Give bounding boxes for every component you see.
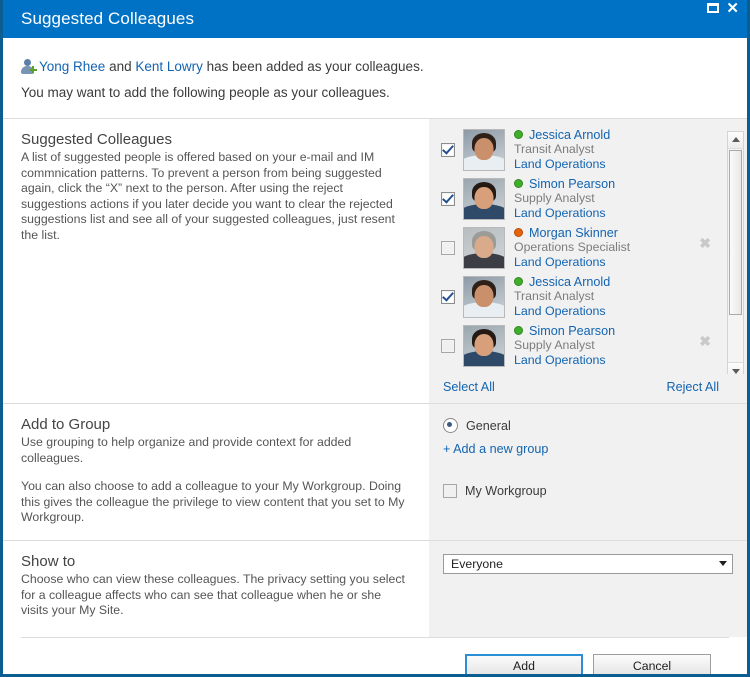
group-description-2: You can also choose to add a colleague t…: [21, 479, 405, 525]
colleague-link-kent-lowry[interactable]: Kent Lowry: [135, 59, 203, 74]
group-heading: Add to Group: [21, 416, 111, 433]
person-department-link[interactable]: Land Operations: [514, 255, 630, 270]
dialog-title: Suggested Colleagues: [21, 9, 195, 28]
person-department-link[interactable]: Land Operations: [514, 157, 610, 172]
person-details: Simon Pearson Supply Analyst Land Operatio…: [514, 177, 615, 221]
person-department-link[interactable]: Land Operations: [514, 206, 615, 221]
person-name[interactable]: Morgan Skinner: [514, 226, 630, 241]
presence-indicator-icon: [514, 228, 523, 238]
person-job-title: Operations Specialist: [514, 240, 631, 255]
person-checkbox[interactable]: [441, 289, 455, 304]
group-description-1: Use grouping to help organize and provid…: [21, 435, 352, 465]
suggestions-description: A list of suggested people is offered ba…: [21, 150, 395, 242]
scrollbar-thumb[interactable]: [729, 150, 742, 315]
privacy-select-value: Everyone: [451, 556, 503, 571]
add-new-group-link[interactable]: + Add a new group: [443, 442, 747, 456]
avatar: [463, 177, 505, 220]
group-info: Add to Group Use grouping to help organi…: [3, 404, 429, 540]
scroll-down-arrow-icon[interactable]: [728, 362, 743, 374]
window-controls: ✕: [707, 1, 739, 16]
my-workgroup-label: My Workgroup: [465, 484, 547, 498]
suggested-colleagues-dialog: Suggested Colleagues ✕ Yong Rhee and Ken…: [0, 0, 750, 677]
list-actions: Select All Reject All: [429, 374, 747, 403]
intro-conjunction: and: [105, 59, 136, 74]
privacy-select[interactable]: Everyone: [443, 553, 733, 574]
showto-heading: Show to: [21, 552, 76, 570]
intro-line-added: Yong Rhee and Kent Lowry has been added …: [21, 54, 729, 80]
person-checkbox[interactable]: [441, 142, 455, 157]
person-job-title: Transit Analyst: [514, 142, 595, 157]
presence-indicator-icon: [514, 179, 523, 189]
radio-button-icon[interactable]: [443, 418, 458, 433]
suggestions-scrollbar[interactable]: [727, 131, 744, 374]
avatar: [463, 275, 505, 318]
person-name[interactable]: Jessica Arnold: [514, 128, 610, 143]
person-details: Jessica Arnold Transit Analyst Land Operat…: [514, 128, 610, 172]
intro-tail-text: has been added as your colleagues.: [202, 59, 424, 74]
suggestions-heading: Suggested Colleagues: [21, 131, 172, 148]
reject-person-icon[interactable]: ✖: [699, 333, 711, 350]
avatar: [463, 226, 505, 269]
person-name-text: Morgan Skinner: [529, 225, 618, 240]
person-name[interactable]: Simon Pearson: [514, 177, 615, 192]
person-details: Morgan Skinner Operations Specialist Land …: [514, 226, 630, 270]
person-department-link[interactable]: Land Operations: [514, 353, 615, 368]
reject-all-link[interactable]: Reject All: [667, 380, 720, 394]
person-name-text: Jessica Arnold: [529, 274, 611, 289]
add-person-icon: [21, 58, 37, 74]
presence-indicator-icon: [514, 277, 523, 287]
add-button[interactable]: Add: [465, 654, 583, 674]
dialog-titlebar: Suggested Colleagues ✕: [3, 0, 747, 38]
showto-panel: Everyone: [429, 540, 747, 637]
person-details: Jessica Arnold Transit Analyst Land Operat…: [514, 275, 610, 319]
intro-line-prompt: You may want to add the following people…: [21, 85, 390, 100]
my-workgroup-checkbox-row[interactable]: My Workgroup: [443, 484, 747, 498]
person-name-text: Jessica Arnold: [529, 127, 611, 142]
suggested-person-row[interactable]: Jessica Arnold Transit Analyst Land Operat…: [429, 125, 721, 174]
person-job-title: Supply Analyst: [514, 191, 595, 206]
suggestions-list-viewport: Jessica Arnold Transit Analyst Land Operat…: [429, 125, 747, 374]
person-checkbox[interactable]: [441, 191, 455, 206]
section-add-to-group: Add to Group Use grouping to help organi…: [3, 403, 747, 540]
section-suggested-colleagues: Suggested Colleagues A list of suggested…: [3, 118, 747, 403]
scroll-up-arrow-icon[interactable]: [728, 132, 743, 149]
showto-info: Show to Choose who can view these collea…: [3, 540, 429, 637]
section-show-to: Show to Choose who can view these collea…: [3, 539, 747, 637]
avatar: [463, 128, 505, 171]
close-icon[interactable]: ✕: [726, 1, 739, 16]
colleague-link-yong-rhee[interactable]: Yong Rhee: [39, 59, 105, 74]
reject-person-icon[interactable]: ✖: [699, 235, 711, 252]
presence-indicator-icon: [514, 130, 523, 140]
dialog-footer: Add Cancel: [21, 636, 729, 674]
person-name[interactable]: Simon Pearson: [514, 324, 615, 339]
suggested-person-row[interactable]: Morgan Skinner Operations Specialist Land …: [429, 223, 721, 272]
person-name[interactable]: Jessica Arnold: [514, 275, 610, 290]
person-job-title: Transit Analyst: [514, 289, 595, 304]
avatar: [463, 324, 505, 367]
cancel-button[interactable]: Cancel: [593, 654, 711, 674]
group-radio-label: General: [466, 418, 511, 433]
person-details: Simon Pearson Supply Analyst Land Operatio…: [514, 324, 615, 368]
checkbox-icon[interactable]: [443, 484, 457, 498]
suggestions-panel: Jessica Arnold Transit Analyst Land Operat…: [429, 119, 747, 403]
chevron-down-icon: [719, 561, 727, 567]
group-panel: General + Add a new group My Workgroup: [429, 404, 747, 540]
showto-description: Choose who can view these colleagues. Th…: [21, 571, 405, 618]
restore-window-icon[interactable]: [707, 3, 720, 13]
presence-indicator-icon: [514, 326, 523, 336]
suggestions-info: Suggested Colleagues A list of suggested…: [3, 119, 429, 403]
person-department-link[interactable]: Land Operations: [514, 304, 610, 319]
suggested-person-row[interactable]: Simon Pearson Supply Analyst Land Operatio…: [429, 321, 721, 370]
select-all-link[interactable]: Select All: [443, 380, 495, 394]
person-name-text: Simon Pearson: [529, 176, 616, 191]
person-checkbox[interactable]: [441, 338, 455, 353]
group-radio-general[interactable]: General: [443, 418, 747, 433]
suggested-person-row[interactable]: Jessica Arnold Transit Analyst Land Operat…: [429, 272, 721, 321]
suggestions-list: Jessica Arnold Transit Analyst Land Operat…: [429, 125, 721, 374]
person-name-text: Simon Pearson: [529, 323, 616, 338]
person-job-title: Supply Analyst: [514, 338, 595, 353]
person-checkbox[interactable]: [441, 240, 455, 255]
suggested-person-row[interactable]: Simon Pearson Supply Analyst Land Operatio…: [429, 174, 721, 223]
intro-block: Yong Rhee and Kent Lowry has been added …: [3, 38, 747, 118]
